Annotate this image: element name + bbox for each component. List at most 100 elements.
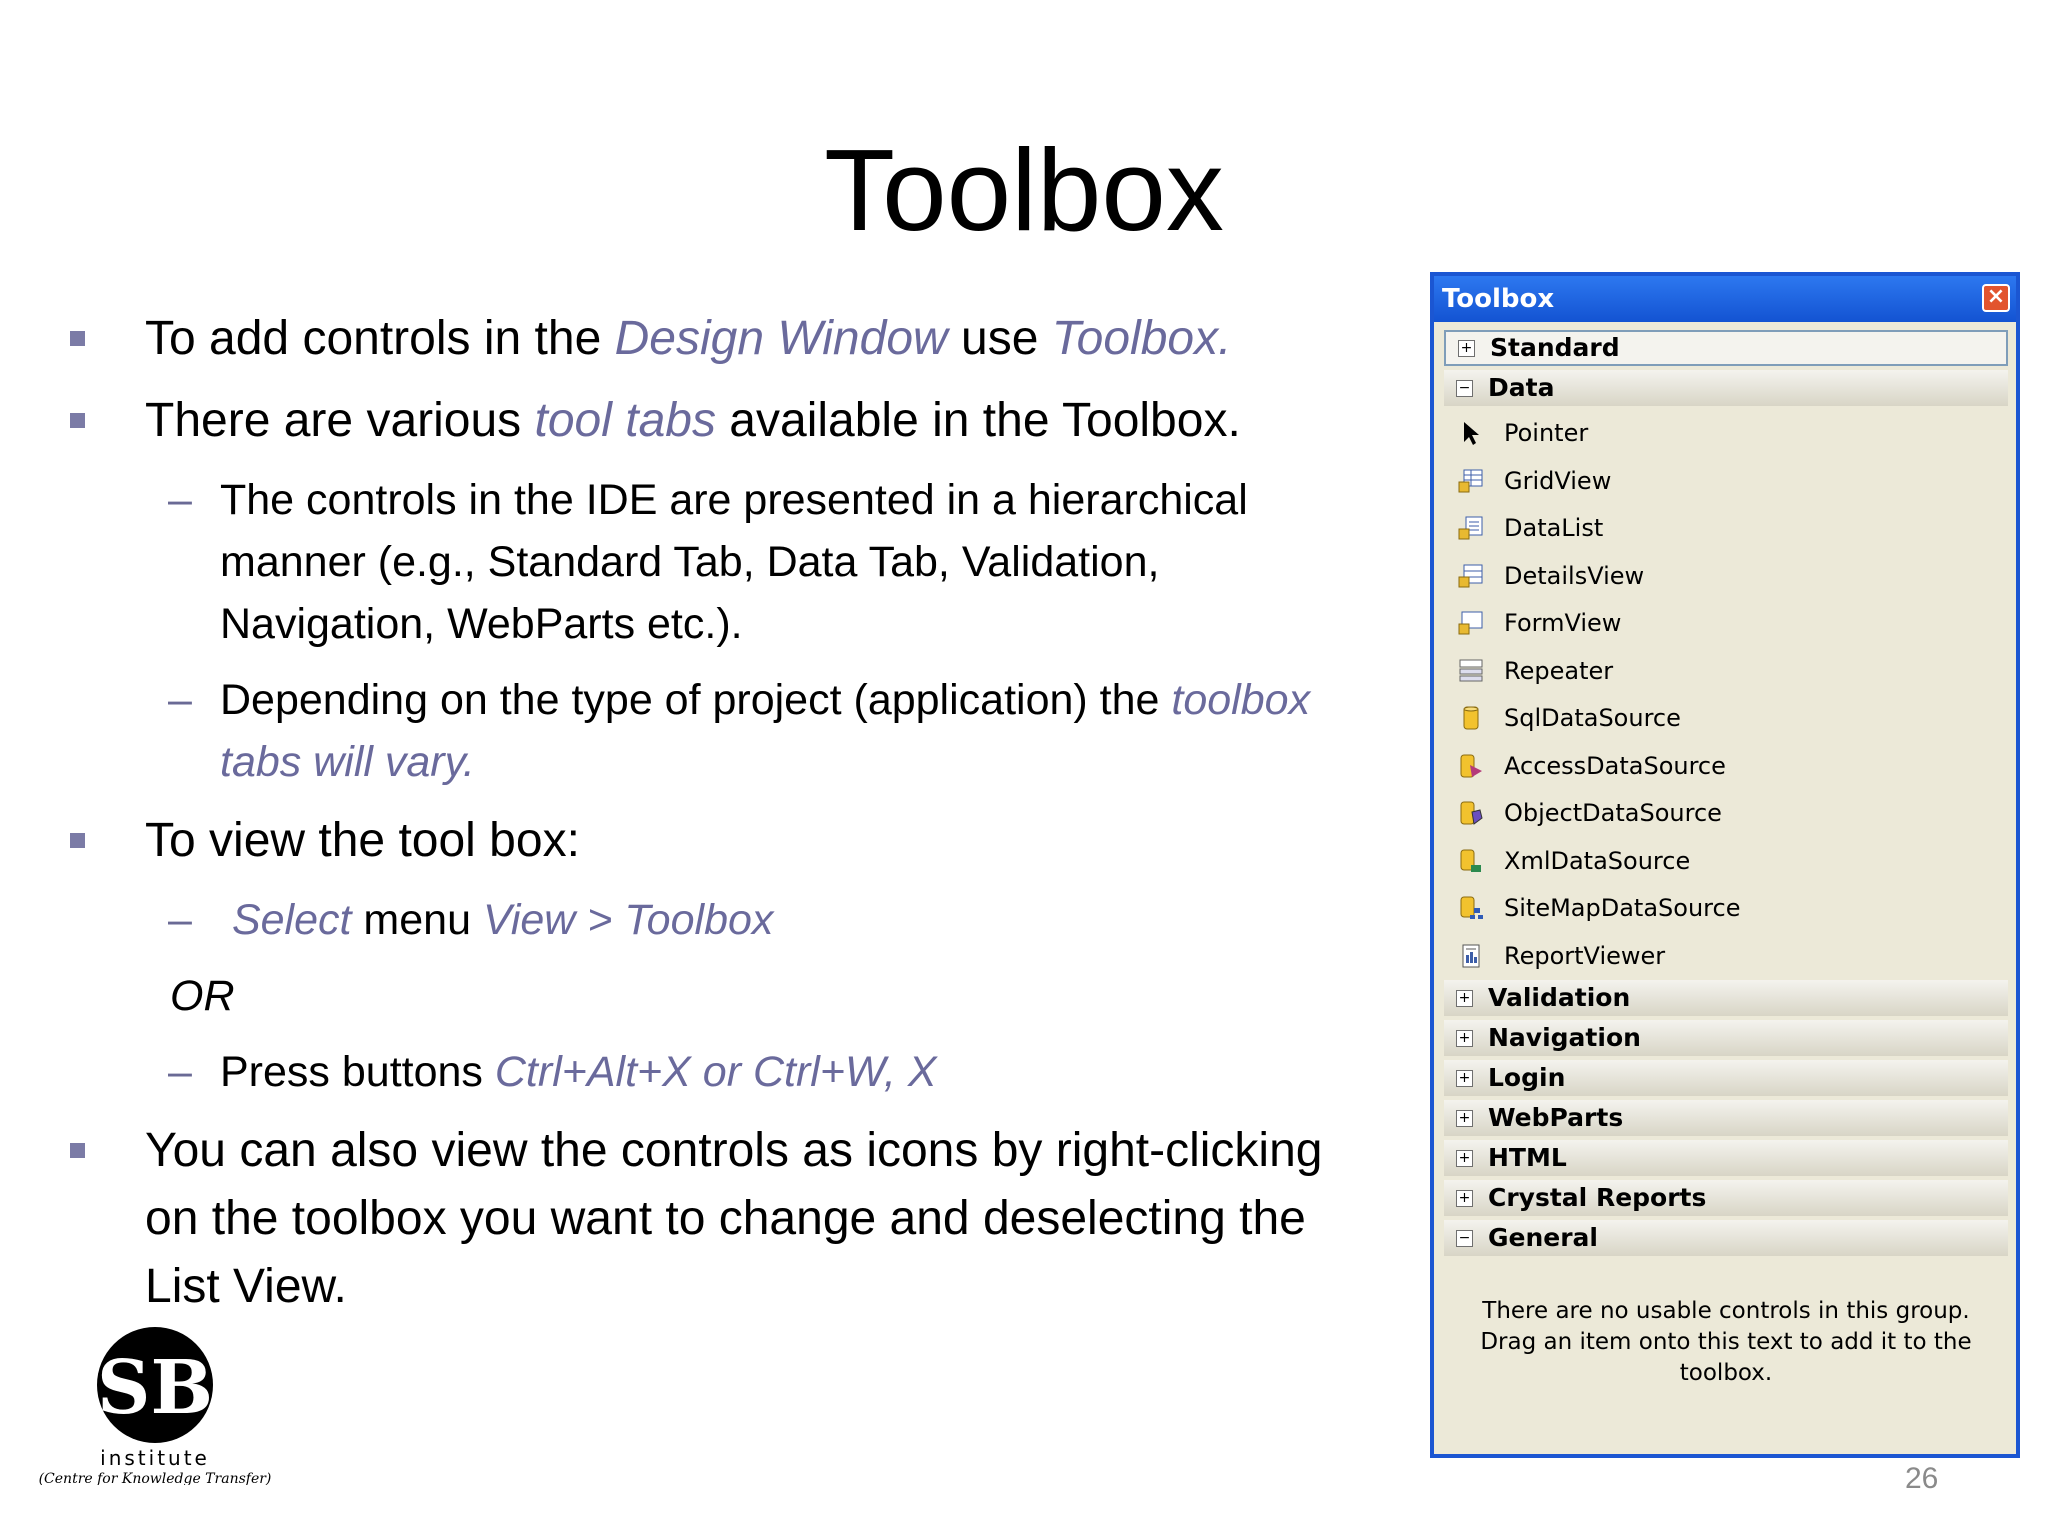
bullet-design-window: To add controls in the Design Window use… — [70, 305, 1370, 373]
tab-data[interactable]: − Data — [1444, 370, 2008, 406]
sitemapdatasource-icon — [1460, 896, 1483, 919]
tab-crystal-reports[interactable]: + Crystal Reports — [1444, 1180, 2008, 1216]
bullet-emphasis: View > Toolbox — [482, 896, 774, 944]
toolbox-item-xmldatasource[interactable]: XmlDataSource — [1444, 838, 2008, 886]
bullet-square-icon — [70, 331, 85, 346]
tab-general[interactable]: − General — [1444, 1220, 2008, 1256]
bullet-square-icon — [70, 1143, 85, 1158]
toolbox-item-sitemapdatasource[interactable]: SiteMapDataSource — [1444, 885, 2008, 933]
close-icon[interactable]: × — [1982, 284, 2010, 312]
tab-label: Login — [1488, 1063, 1566, 1092]
or-label: OR — [170, 972, 235, 1020]
datalist-icon — [1458, 516, 1483, 540]
reportviewer-icon — [1462, 944, 1480, 967]
logo-tagline: (Centre for Knowledge Transfer) — [39, 1471, 272, 1485]
tab-label: Data — [1488, 373, 1555, 402]
toolbox-body: + Standard − Data Pointer GridView DataL… — [1434, 322, 2016, 1389]
toolbox-item-sqldatasource[interactable]: SqlDataSource — [1444, 695, 2008, 743]
tab-label: Standard — [1490, 333, 1620, 362]
bullet-text: The controls in the IDE are presented in… — [220, 476, 1248, 648]
dash-icon: – — [168, 476, 192, 524]
item-label: FormView — [1504, 609, 1622, 637]
tab-label: Navigation — [1488, 1023, 1641, 1052]
toolbox-item-formview[interactable]: FormView — [1444, 600, 2008, 648]
expand-icon[interactable]: + — [1456, 1070, 1473, 1087]
sub-bullet-hierarchy: – The controls in the IDE are presented … — [70, 469, 1370, 655]
collapse-icon[interactable]: − — [1456, 1230, 1473, 1247]
tab-standard[interactable]: + Standard — [1444, 330, 2008, 366]
bullet-view-toolbox: To view the tool box: — [70, 807, 1370, 875]
toolbox-item-pointer[interactable]: Pointer — [1444, 410, 2008, 458]
dash-icon: – — [168, 676, 192, 724]
tab-label: HTML — [1488, 1143, 1567, 1172]
tab-label: Crystal Reports — [1488, 1183, 1707, 1212]
toolbox-item-accessdatasource[interactable]: AccessDataSource — [1444, 743, 2008, 791]
bullet-text: available in the Toolbox. — [715, 394, 1241, 447]
toolbox-item-gridview[interactable]: GridView — [1444, 458, 2008, 506]
repeater-icon — [1459, 659, 1483, 681]
logo-mark: SB — [97, 1345, 213, 1431]
page-number: 26 — [1905, 1462, 1939, 1495]
bullet-text: Depending on the type of project (applic… — [220, 676, 1172, 724]
bullet-text: Press buttons — [220, 1048, 495, 1096]
bullet-text: There are various — [145, 394, 535, 447]
toolbox-item-detailsview[interactable]: DetailsView — [1444, 553, 2008, 601]
collapse-icon[interactable]: − — [1456, 380, 1473, 397]
dash-icon: – — [168, 896, 192, 944]
bullet-square-icon — [70, 413, 85, 428]
expand-icon[interactable]: + — [1456, 1110, 1473, 1127]
tab-html[interactable]: + HTML — [1444, 1140, 2008, 1176]
bullet-text: To add controls in the — [145, 312, 615, 365]
expand-icon[interactable]: + — [1456, 990, 1473, 1007]
bullet-emphasis: Select — [231, 896, 352, 944]
bullet-emphasis: Toolbox. — [1051, 312, 1232, 365]
sqldatasource-icon — [1463, 706, 1479, 730]
detailsview-icon — [1458, 564, 1483, 587]
item-label: SqlDataSource — [1504, 704, 1681, 732]
logo-name: institute — [100, 1446, 210, 1470]
bullet-emphasis: Design Window — [614, 312, 948, 365]
item-label: DetailsView — [1504, 561, 1645, 590]
toolbox-titlebar[interactable]: Toolbox × — [1434, 276, 2016, 322]
formview-icon — [1458, 611, 1483, 635]
expand-icon[interactable]: + — [1456, 1030, 1473, 1047]
toolbox-title: Toolbox — [1442, 284, 1555, 314]
bullet-text: To view the tool box: — [145, 814, 580, 867]
toolbox-item-objectdatasource[interactable]: ObjectDataSource — [1444, 790, 2008, 838]
tab-navigation[interactable]: + Navigation — [1444, 1020, 2008, 1056]
tab-validation[interactable]: + Validation — [1444, 980, 2008, 1016]
expand-icon[interactable]: + — [1456, 1150, 1473, 1167]
bullet-list: To add controls in the Design Window use… — [70, 305, 1370, 1335]
item-label: ReportViewer — [1504, 941, 1666, 970]
sb-institute-logo: SB institute (Centre for Knowledge Trans… — [39, 1327, 272, 1485]
bullet-icons-view: You can also view the controls as icons … — [70, 1117, 1325, 1321]
tab-webparts[interactable]: + WebParts — [1444, 1100, 2008, 1136]
toolbox-window: Toolbox × + Standard − Data Pointer Grid… — [1430, 272, 2020, 1458]
sub-bullet-shortcut: – Press buttons Ctrl+Alt+X or Ctrl+W, X — [70, 1041, 1370, 1103]
xmldatasource-icon — [1460, 849, 1481, 872]
dash-icon: – — [168, 1048, 192, 1096]
toolbox-item-repeater[interactable]: Repeater — [1444, 648, 2008, 696]
toolbox-item-reportviewer[interactable]: ReportViewer — [1444, 933, 2008, 981]
sub-bullet-menu: – Select menu View > Toolbox — [70, 889, 1370, 951]
expand-icon[interactable]: + — [1456, 1190, 1473, 1207]
tab-login[interactable]: + Login — [1444, 1060, 2008, 1096]
toolbox-item-datalist[interactable]: DataList — [1444, 505, 2008, 553]
tab-label: WebParts — [1488, 1103, 1624, 1132]
bullet-emphasis: Ctrl+Alt+X or Ctrl+W, X — [494, 1048, 937, 1096]
slide-title: Toolbox — [824, 125, 1224, 255]
objectdatasource-icon — [1460, 801, 1483, 825]
bullet-square-icon — [70, 833, 85, 848]
bullet-text: use — [947, 312, 1052, 365]
item-label: XmlDataSource — [1504, 846, 1691, 875]
item-label: Pointer — [1504, 419, 1589, 447]
tab-label: Validation — [1488, 983, 1631, 1012]
gridview-icon — [1458, 469, 1483, 492]
item-label: AccessDataSource — [1504, 751, 1726, 780]
bullet-text: You can also view the controls as icons … — [145, 1124, 1323, 1313]
item-label: ObjectDataSource — [1504, 799, 1722, 827]
sub-bullet-project-type: – Depending on the type of project (appl… — [70, 669, 1370, 793]
item-label: GridView — [1504, 466, 1612, 495]
general-empty-note[interactable]: There are no usable controls in this gro… — [1444, 1296, 2008, 1389]
expand-icon[interactable]: + — [1458, 340, 1475, 357]
